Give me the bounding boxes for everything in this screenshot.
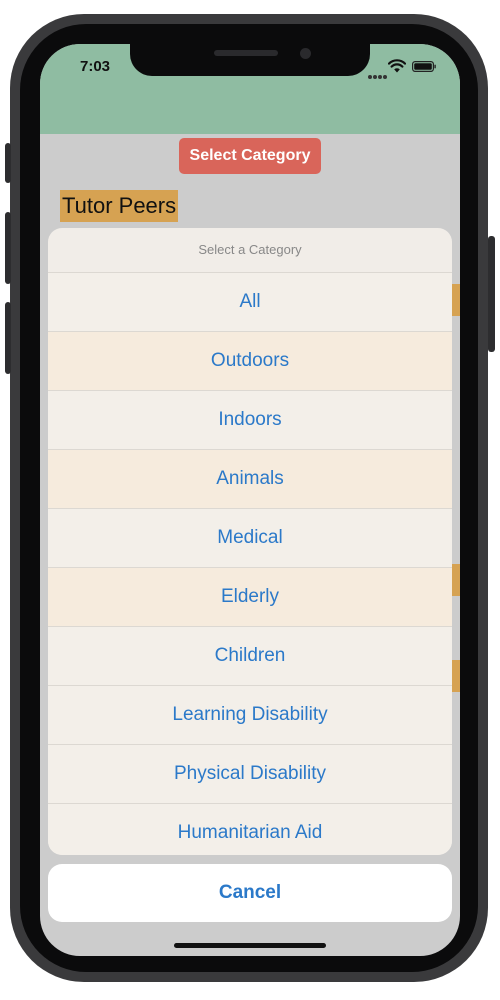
device-notch xyxy=(130,44,370,76)
wifi-icon xyxy=(388,59,406,73)
category-option-elderly[interactable]: Elderly xyxy=(48,568,452,627)
app-screen: 7:03 Select Category Tutor Peers Select … xyxy=(40,44,460,956)
cellular-signal-icon xyxy=(368,66,388,79)
select-category-button[interactable]: Select Category xyxy=(179,138,321,174)
cancel-button[interactable]: Cancel xyxy=(48,864,452,922)
speaker-grille xyxy=(214,50,278,56)
category-option-medical[interactable]: Medical xyxy=(48,509,452,568)
category-option-learning-disability[interactable]: Learning Disability xyxy=(48,686,452,745)
side-button-silent xyxy=(5,143,11,183)
category-option-physical-disability[interactable]: Physical Disability xyxy=(48,745,452,804)
category-option-outdoors[interactable]: Outdoors xyxy=(48,332,452,391)
selected-category-label: Tutor Peers xyxy=(60,190,179,222)
background-item-highlight xyxy=(452,564,460,596)
category-option-animals[interactable]: Animals xyxy=(48,450,452,509)
category-option-all[interactable]: All xyxy=(48,273,452,332)
background-item-highlight xyxy=(452,660,460,692)
category-option-humanitarian-aid[interactable]: Humanitarian Aid xyxy=(48,804,452,855)
front-camera xyxy=(300,48,311,59)
action-sheet-options: All Outdoors Indoors Animals Medical Eld… xyxy=(48,273,452,855)
home-indicator[interactable] xyxy=(174,943,326,948)
battery-icon xyxy=(412,61,436,72)
side-button-volume-up xyxy=(5,212,11,284)
status-time: 7:03 xyxy=(80,58,111,75)
action-sheet-title: Select a Category xyxy=(48,228,452,273)
category-option-children[interactable]: Children xyxy=(48,627,452,686)
side-button-volume-down xyxy=(5,302,11,374)
side-button-power xyxy=(488,236,495,352)
category-action-sheet: Select a Category All Outdoors Indoors A… xyxy=(48,228,452,855)
background-item-highlight xyxy=(452,284,460,316)
category-option-indoors[interactable]: Indoors xyxy=(48,391,452,450)
